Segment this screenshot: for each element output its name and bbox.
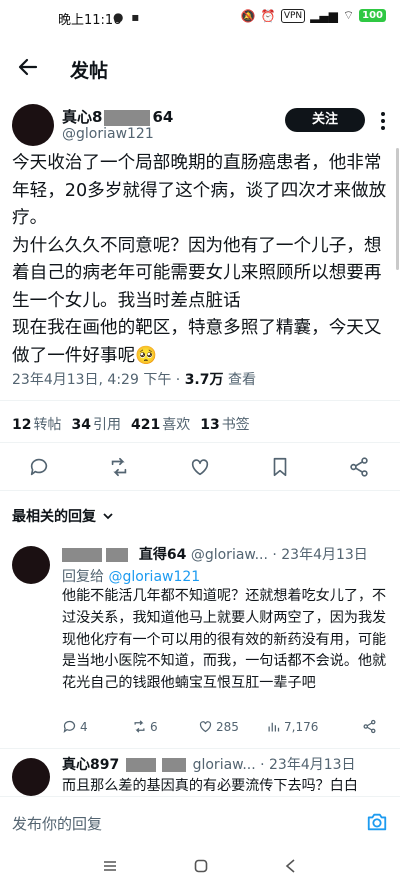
- divider: [0, 490, 400, 491]
- home-square-icon[interactable]: [193, 858, 209, 874]
- reply-compose-bar: 发布你的回复: [0, 796, 400, 848]
- replies-sort-dropdown[interactable]: 最相关的回复: [12, 506, 114, 526]
- status-bar: 晚上11:16 ● ▪ 🔕 ⏰ VPN ▂▄▆ ⌔ 100: [0, 0, 400, 34]
- bookmarks-stat[interactable]: 13 书签: [200, 414, 249, 434]
- reply-retweets-action[interactable]: 6: [132, 719, 158, 734]
- reply-avatar[interactable]: [12, 546, 50, 584]
- redacted-name-block: [104, 109, 151, 126]
- likes-stat[interactable]: 421 喜欢: [131, 414, 190, 434]
- reply-compose-input[interactable]: 发布你的回复: [12, 813, 102, 834]
- menu-icon[interactable]: [102, 858, 118, 874]
- battery-icon: 100: [359, 9, 386, 22]
- replies-sort-label: 最相关的回复: [12, 509, 96, 525]
- reply-likes-action[interactable]: 285: [198, 719, 239, 734]
- reply-icon[interactable]: [28, 456, 50, 478]
- tweet-action-bar: [0, 452, 400, 482]
- reply-author-name[interactable]: 真心897: [62, 757, 119, 773]
- reply-text: 他能不能活几年都不知道呢？还就想着吃女儿了，不过没关系，我知道他马上就要人财两空…: [62, 588, 387, 692]
- status-time: 晚上11:16: [58, 13, 122, 28]
- tweet-timestamp: 23年4月13日, 4:29 下午 ·: [12, 372, 185, 388]
- bookmark-icon[interactable]: [269, 456, 291, 478]
- scrollbar[interactable]: [396, 148, 399, 270]
- views-chart-icon: [268, 722, 280, 732]
- retweet-icon: [134, 720, 145, 733]
- author-handle[interactable]: @gloriaw121: [62, 126, 154, 142]
- share-icon[interactable]: [348, 456, 370, 478]
- follow-button[interactable]: 关注: [285, 108, 365, 132]
- author-avatar[interactable]: [12, 104, 54, 146]
- reply-to-line: 回复给 @gloriaw121: [62, 569, 201, 585]
- reply-author-name[interactable]: 直得64: [139, 547, 186, 563]
- tweet-views-count: 3.7万: [184, 372, 224, 388]
- arrow-left-icon[interactable]: [16, 55, 40, 79]
- tweet-meta: 23年4月13日, 4:29 下午 · 3.7万 查看: [12, 369, 256, 389]
- back-triangle-icon[interactable]: [283, 858, 299, 874]
- more-options-icon[interactable]: [376, 110, 390, 132]
- reply-avatar[interactable]: [12, 758, 50, 796]
- retweets-stat[interactable]: 12 转帖: [12, 414, 61, 434]
- signal-icon: ▂▄▆: [310, 8, 338, 23]
- reply-icon: [63, 720, 76, 733]
- page-title: 发帖: [70, 60, 109, 82]
- system-nav-bar: [0, 848, 400, 888]
- redacted-name-block: [162, 758, 187, 772]
- alarm-icon: ⏰: [260, 8, 276, 23]
- reply-text: 而且那么差的基因真的有必要流传下去吗？白白: [62, 778, 358, 794]
- reply-views-action[interactable]: 7,176: [266, 719, 318, 734]
- reply-handle-date: @gloriaw... · 23年4月13日: [186, 547, 368, 563]
- tweet-views-label: 查看: [223, 372, 256, 388]
- like-icon[interactable]: [189, 456, 211, 478]
- reply-header: 直得64 @gloriaw... · 23年4月13日: [62, 544, 368, 564]
- reply-header: 真心897 gloriaw... · 23年4月13日: [62, 754, 356, 774]
- like-icon: [199, 721, 212, 733]
- share-icon: [363, 719, 376, 734]
- divider: [0, 400, 400, 401]
- reply-action-bar: 4 6 285 7,176: [62, 719, 392, 739]
- mute-icon: 🔕: [240, 8, 256, 23]
- author-name[interactable]: 真心8 64: [62, 106, 173, 127]
- reply-replies-action[interactable]: 4: [62, 719, 88, 734]
- reply-handle-date: gloriaw... · 23年4月13日: [192, 757, 356, 773]
- redacted-name-block: [62, 548, 102, 562]
- reply-to-handle-link[interactable]: @gloriaw121: [108, 569, 200, 585]
- quotes-stat[interactable]: 34 引用: [71, 414, 120, 434]
- divider: [0, 748, 400, 749]
- chevron-down-icon: [103, 513, 113, 520]
- divider: [0, 442, 400, 443]
- redacted-name-block: [125, 758, 156, 772]
- reply-share-action[interactable]: [362, 719, 377, 734]
- redacted-name-block: [106, 548, 129, 562]
- retweet-icon[interactable]: [108, 456, 130, 478]
- vpn-badge: VPN: [280, 8, 306, 23]
- status-notification-icons: ● ▪: [113, 10, 142, 24]
- status-icons: 🔕 ⏰ VPN ▂▄▆ ⌔ 100: [241, 8, 386, 23]
- tweet-stats: 12 转帖 34 引用 421 喜欢 13 书签: [12, 414, 250, 434]
- camera-icon[interactable]: [366, 811, 388, 833]
- tweet-text: 今天收治了一个局部晚期的直肠癌患者，他非常年轻，20多岁就得了这个病，谈了四次才…: [12, 153, 387, 366]
- top-header: 发帖: [0, 44, 400, 90]
- wifi-icon: ⌔: [342, 8, 355, 22]
